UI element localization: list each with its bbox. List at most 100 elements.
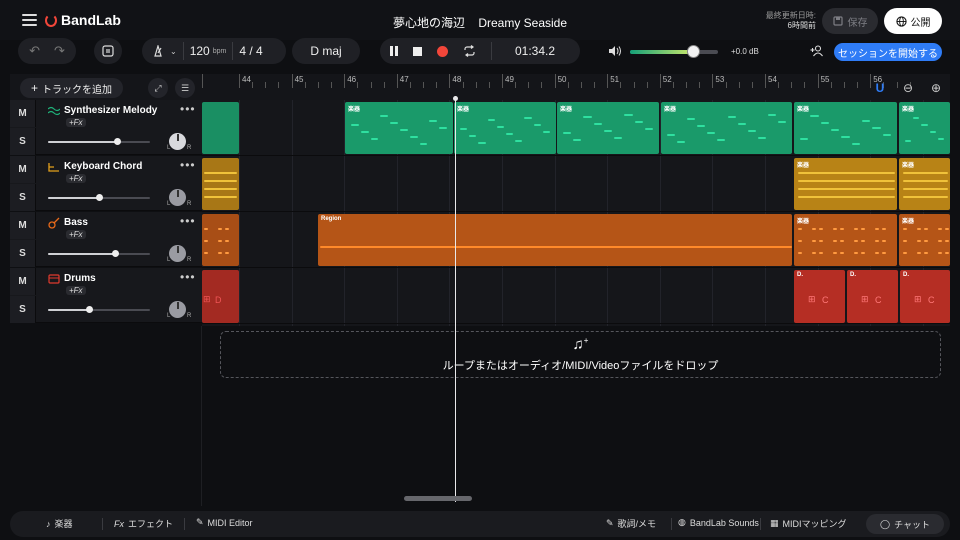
snap-magnet-icon[interactable]: U (870, 78, 890, 98)
volume-knob[interactable] (114, 138, 122, 145)
drum-region[interactable]: D. ⊞ C (847, 270, 898, 323)
synth-region[interactable]: 楽器 (794, 102, 897, 154)
bass-note (917, 252, 921, 254)
bass-note (204, 228, 208, 230)
save-button[interactable]: 保存 (822, 8, 878, 34)
track-keyboard[interactable]: M S Keyboard Chord +Fx ••• L R (10, 156, 202, 211)
playhead[interactable] (453, 96, 458, 502)
redo-icon[interactable]: ↷ (54, 43, 65, 59)
bass-note (840, 228, 844, 230)
synth-region[interactable]: 楽器 (454, 102, 556, 154)
metronome-icon[interactable] (152, 45, 164, 57)
track-settings-button[interactable]: ☰ (175, 78, 195, 98)
track-bass[interactable]: M S Bass +Fx ••• L R (10, 212, 202, 267)
synth-region[interactable]: 楽器 (661, 102, 792, 154)
fx-button[interactable]: +Fx (66, 118, 86, 127)
midi-editor-tab[interactable]: ✎ MIDI Editor (196, 517, 253, 528)
solo-button[interactable]: S (10, 184, 36, 211)
drum-region[interactable]: ⊞ D (202, 270, 239, 323)
master-volume-knob[interactable] (687, 45, 701, 58)
solo-button[interactable]: S (10, 128, 36, 155)
synth-region[interactable]: 楽器 (899, 102, 950, 154)
volume-slider[interactable] (48, 306, 150, 313)
track-name[interactable]: Bass (64, 217, 88, 228)
undo-icon[interactable]: ↶ (29, 43, 40, 59)
volume-slider[interactable] (48, 250, 150, 257)
mute-button[interactable]: M (10, 100, 36, 127)
more-options-icon[interactable]: ••• (180, 270, 196, 284)
synth-region[interactable]: 楽器 (345, 102, 453, 154)
loop-panel-button[interactable] (94, 38, 122, 64)
zoom-in-icon[interactable]: ⊕ (926, 78, 946, 98)
time-signature[interactable]: 4 / 4 (239, 44, 262, 58)
speaker-icon[interactable] (608, 45, 622, 57)
menu-icon[interactable] (22, 14, 37, 26)
start-session-button[interactable]: セッションを開始する (834, 43, 942, 61)
track-drums[interactable]: M S Drums +Fx ••• L R (10, 268, 202, 323)
arrangement-grid[interactable]: 楽器 楽器 楽器 楽器 楽器 楽器 楽器 楽器 Region 楽器 楽器 ⊞ D… (202, 100, 950, 326)
pan-knob[interactable] (169, 133, 186, 150)
synth-region[interactable] (202, 102, 239, 154)
volume-knob[interactable] (112, 250, 120, 257)
volume-knob[interactable] (85, 306, 93, 313)
fx-button[interactable]: +Fx (66, 174, 86, 183)
drum-region[interactable]: D. ⊞ C (900, 270, 950, 323)
instrument-label: 楽器 (54, 519, 73, 529)
drop-zone[interactable]: ♫+ ループまたはオーディオ/MIDI/Videoファイルをドロップ (220, 331, 941, 378)
synth-region[interactable]: 楽器 (557, 102, 659, 154)
automation-button[interactable]: ⤢ (148, 78, 168, 98)
fx-button[interactable]: +Fx (66, 230, 86, 239)
bass-note (204, 252, 208, 254)
track-name[interactable]: Synthesizer Melody (64, 105, 157, 116)
zoom-out-icon[interactable]: ⊖ (898, 78, 918, 98)
add-user-icon[interactable] (810, 45, 824, 57)
keys-region[interactable] (202, 158, 239, 210)
pan-knob[interactable] (169, 189, 186, 206)
loop-icon[interactable] (463, 45, 476, 57)
ruler-beat-tick (331, 82, 333, 88)
mute-button[interactable]: M (10, 268, 36, 295)
project-title[interactable]: 夢心地の海辺 Dreamy Seaside (330, 14, 630, 31)
master-volume-slider[interactable] (630, 45, 718, 58)
chat-button[interactable]: ◯ チャット (866, 514, 944, 534)
mute-button[interactable]: M (10, 212, 36, 239)
track-synthesizer[interactable]: M S Synthesizer Melody +Fx ••• L R (10, 100, 202, 155)
add-track-button[interactable]: + トラックを追加 (20, 78, 123, 98)
volume-slider[interactable] (48, 194, 150, 201)
midi-note (380, 115, 389, 117)
more-options-icon[interactable]: ••• (180, 214, 196, 228)
pan-knob[interactable] (169, 245, 186, 262)
pause-icon[interactable] (390, 46, 398, 56)
midi-mapping-button[interactable]: ▦ MIDIマッピング (770, 517, 847, 530)
key-selector[interactable]: D maj (292, 38, 360, 64)
keys-region[interactable]: 楽器 (899, 158, 950, 210)
record-icon[interactable] (437, 45, 448, 57)
lyrics-button[interactable]: ✎ 歌詞/メモ (606, 517, 656, 530)
stop-icon[interactable] (413, 46, 422, 56)
bandlab-sounds-button[interactable]: ◍ BandLab Sounds (678, 517, 759, 528)
logo[interactable]: BandLab (45, 12, 121, 28)
volume-knob[interactable] (96, 194, 103, 201)
solo-button[interactable]: S (10, 240, 36, 267)
publish-button[interactable]: 公開 (884, 8, 942, 34)
pan-knob[interactable] (169, 301, 186, 318)
instrument-tab[interactable]: ♪ 楽器 (46, 517, 73, 530)
volume-slider[interactable] (48, 138, 150, 145)
chevron-down-icon[interactable]: ⌄ (170, 47, 177, 56)
more-options-icon[interactable]: ••• (180, 102, 196, 116)
effects-tab[interactable]: Fx エフェクト (114, 517, 173, 530)
mute-button[interactable]: M (10, 156, 36, 183)
tempo-value[interactable]: 120 (190, 44, 210, 58)
ruler-beat-tick (462, 82, 464, 88)
timeline-ruler[interactable]: 44 45 46 47 48 49 50 51 52 53 54 55 56 (202, 74, 950, 100)
track-name[interactable]: Keyboard Chord (64, 161, 142, 172)
track-name[interactable]: Drums (64, 273, 96, 284)
playhead-handle[interactable] (453, 96, 458, 101)
bass-region[interactable]: Region (318, 214, 792, 266)
solo-button[interactable]: S (10, 296, 36, 323)
fx-button[interactable]: +Fx (66, 286, 86, 295)
horizontal-scrollbar[interactable] (404, 496, 472, 501)
keys-region[interactable]: 楽器 (794, 158, 897, 210)
drum-region[interactable]: D. ⊞ C (794, 270, 845, 323)
more-options-icon[interactable]: ••• (180, 158, 196, 172)
